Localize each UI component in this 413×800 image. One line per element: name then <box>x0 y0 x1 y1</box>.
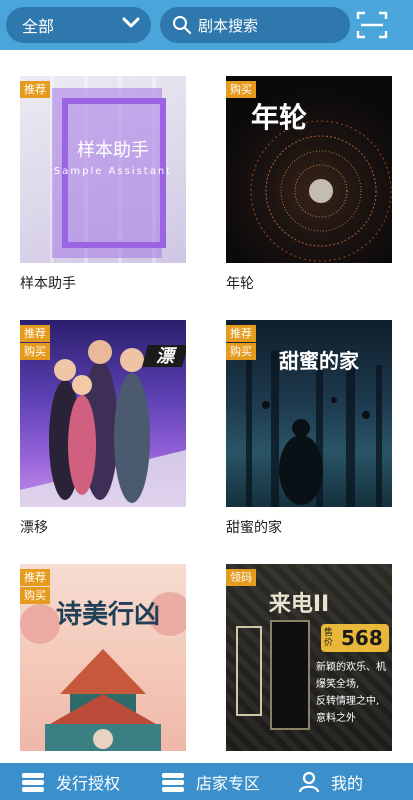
nav-item-mine[interactable]: 我的 <box>297 770 363 794</box>
nav-item-distribution[interactable]: 发行授权 <box>20 770 120 794</box>
script-card[interactable]: 漂 推荐 购买 漂移 <box>20 320 186 536</box>
tag-badge: 领码 <box>226 569 256 586</box>
search-input[interactable]: 剧本搜索 <box>160 7 350 43</box>
card-title: 甜蜜的家 <box>226 520 282 536</box>
nav-label: 店家专区 <box>196 773 261 793</box>
cover-title: 样本助手 <box>77 140 149 161</box>
chevron-down-icon <box>122 17 140 28</box>
nav-label: 发行授权 <box>56 773 121 793</box>
top-bar: 全部 剧本搜索 <box>0 0 413 50</box>
slogan-line: 新颖的欢乐、机 <box>316 662 386 673</box>
tag-badge: 购买 <box>226 81 256 98</box>
cover-image[interactable]: 诗美行凶 推荐 购买 <box>20 564 186 751</box>
tag-badge: 购买 <box>20 343 50 360</box>
card-title: 漂移 <box>20 520 48 536</box>
tag-badge: 推荐 <box>20 81 50 98</box>
price-badge: 售价 568 <box>321 624 389 652</box>
cover-image[interactable]: 样本助手 Sample Assistant 推荐 <box>20 76 186 263</box>
script-card[interactable]: 来电II 售价 568 新颖的欢乐、机 爆笑全场, 反转情理之中, 意料之外 领… <box>226 564 392 779</box>
tag-badge: 购买 <box>226 343 256 360</box>
script-card[interactable]: 样本助手 Sample Assistant 推荐 样本助手 <box>20 76 186 292</box>
cover-image[interactable]: 漂 推荐 购买 <box>20 320 186 507</box>
cover-image[interactable]: 来电II 售价 568 新颖的欢乐、机 爆笑全场, 反转情理之中, 意料之外 领… <box>226 564 392 751</box>
cover-title: 甜蜜的家 <box>279 349 359 373</box>
stack-icon <box>22 772 44 792</box>
tag-badge: 推荐 <box>226 325 256 342</box>
slogan-line: 爆笑全场, <box>316 679 360 690</box>
cover-title: 来电II <box>268 592 330 617</box>
bottom-nav: 发行授权 店家专区 我的 <box>0 763 413 800</box>
tag-badge: 购买 <box>20 587 50 604</box>
category-label: 全部 <box>22 17 55 36</box>
cover-image[interactable]: 甜蜜的家 推荐 购买 <box>226 320 392 507</box>
category-dropdown[interactable]: 全部 <box>6 7 151 43</box>
search-placeholder: 剧本搜索 <box>198 16 259 35</box>
price-value: 568 <box>341 626 383 650</box>
slogan-block: 新颖的欢乐、机 爆笑全场, 反转情理之中, 意料之外 <box>316 659 392 727</box>
card-title: 年轮 <box>226 276 254 292</box>
cover-image[interactable]: 年轮 购买 <box>226 76 392 263</box>
store-icon <box>162 772 184 792</box>
slogan-line: 反转情理之中, <box>316 696 380 707</box>
script-card[interactable]: 年轮 购买 年轮 <box>226 76 392 292</box>
scan-icon[interactable] <box>356 10 388 40</box>
search-icon <box>173 16 192 35</box>
script-card[interactable]: 甜蜜的家 推荐 购买 甜蜜的家 <box>226 320 392 536</box>
tag-badge: 推荐 <box>20 569 50 586</box>
user-icon <box>298 771 320 792</box>
script-card[interactable]: 诗美行凶 推荐 购买 <box>20 564 186 779</box>
cover-title: 年轮 <box>250 101 307 134</box>
slogan-line: 意料之外 <box>316 713 356 724</box>
nav-label: 我的 <box>331 773 364 793</box>
card-title: 样本助手 <box>20 276 76 292</box>
price-label: 售价 <box>324 628 334 648</box>
nav-item-store[interactable]: 店家专区 <box>160 770 260 794</box>
cover-subtitle: Sample Assistant <box>53 166 173 177</box>
tag-badge: 推荐 <box>20 325 50 342</box>
cover-title: 漂 <box>156 346 174 367</box>
